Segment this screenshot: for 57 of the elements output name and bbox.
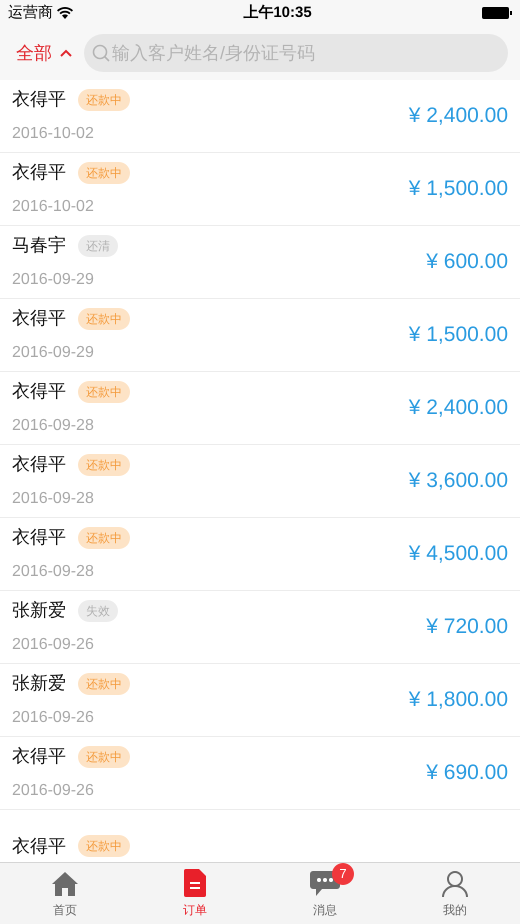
customer-name: 衣得平 (12, 307, 66, 330)
order-date: 2016-09-28 (12, 416, 95, 436)
order-amount: ¥ 1,800.00 (408, 687, 508, 714)
order-amount: ¥ 3,600.00 (408, 468, 508, 494)
tab-bar-item[interactable]: 订单 (130, 863, 260, 924)
customer-name: 衣得平 (12, 745, 66, 768)
filter-dropdown[interactable]: 全部 (16, 40, 72, 66)
order-amount: ¥ 1,500.00 (408, 176, 508, 202)
customer-name: 张新爱 (12, 672, 66, 695)
status-tag: 失效 (78, 600, 118, 622)
order-date: 2016-09-26 (12, 781, 95, 801)
tab-bar-item[interactable]: 首页 (0, 863, 130, 924)
customer-name: 马春宇 (12, 234, 66, 257)
order-date: 2016-09-28 (12, 562, 95, 582)
order-date: 2016-09-26 (12, 635, 95, 655)
order-date: 2016-09-26 (12, 708, 95, 728)
customer-name: 张新爱 (12, 599, 66, 622)
status-tag: 还款中 (78, 672, 130, 694)
document-icon (184, 868, 206, 896)
customer-name: 衣得平 (12, 380, 66, 403)
order-date: 2016-10-02 (12, 197, 95, 217)
order-date: 2016-09-29 (12, 270, 95, 290)
search-icon (92, 44, 110, 62)
order-amount: ¥ 2,400.00 (408, 103, 508, 130)
status-tag: 还款中 (78, 835, 130, 857)
clock-time: 上午10:35 (243, 2, 312, 23)
order-date: 2016-10-02 (12, 124, 95, 144)
status-tag: 还款中 (78, 308, 130, 330)
customer-name: 衣得平 (12, 453, 66, 476)
customer-name: 衣得平 (12, 834, 66, 858)
caret-icon (60, 49, 72, 57)
unread-badge: 7 (332, 862, 354, 884)
status-tag: 还款中 (78, 162, 130, 184)
order-amount: ¥ 600.00 (426, 249, 508, 276)
order-amount: ¥ 690.00 (426, 760, 508, 786)
carrier-name: 运营商 (8, 2, 53, 23)
status-tag: 还款中 (78, 526, 130, 548)
status-tag: 还款中 (78, 454, 130, 476)
home-icon (51, 870, 79, 896)
customer-name: 衣得平 (12, 88, 66, 111)
tab-bar-item[interactable]: 7 消息 (260, 863, 390, 924)
order-amount: ¥ 720.00 (426, 614, 508, 640)
status-tag: 还款中 (78, 746, 130, 768)
order-date: 2016-09-29 (12, 343, 95, 363)
order-amount: ¥ 4,500.00 (408, 541, 508, 568)
status-tag: 还款中 (78, 88, 130, 110)
status-tag: 还款中 (78, 380, 130, 402)
wifi-icon (57, 7, 73, 19)
order-amount: ¥ 2,400.00 (408, 395, 508, 422)
customer-name: 衣得平 (12, 526, 66, 549)
battery-icon (482, 7, 512, 19)
order-amount: ¥ 1,500.00 (408, 322, 508, 348)
person-icon (442, 870, 468, 896)
order-date: 2016-09-28 (12, 489, 95, 509)
customer-name: 衣得平 (12, 161, 66, 184)
status-tag: 还清 (78, 234, 118, 256)
tab-bar-item[interactable]: 我的 (390, 863, 520, 924)
